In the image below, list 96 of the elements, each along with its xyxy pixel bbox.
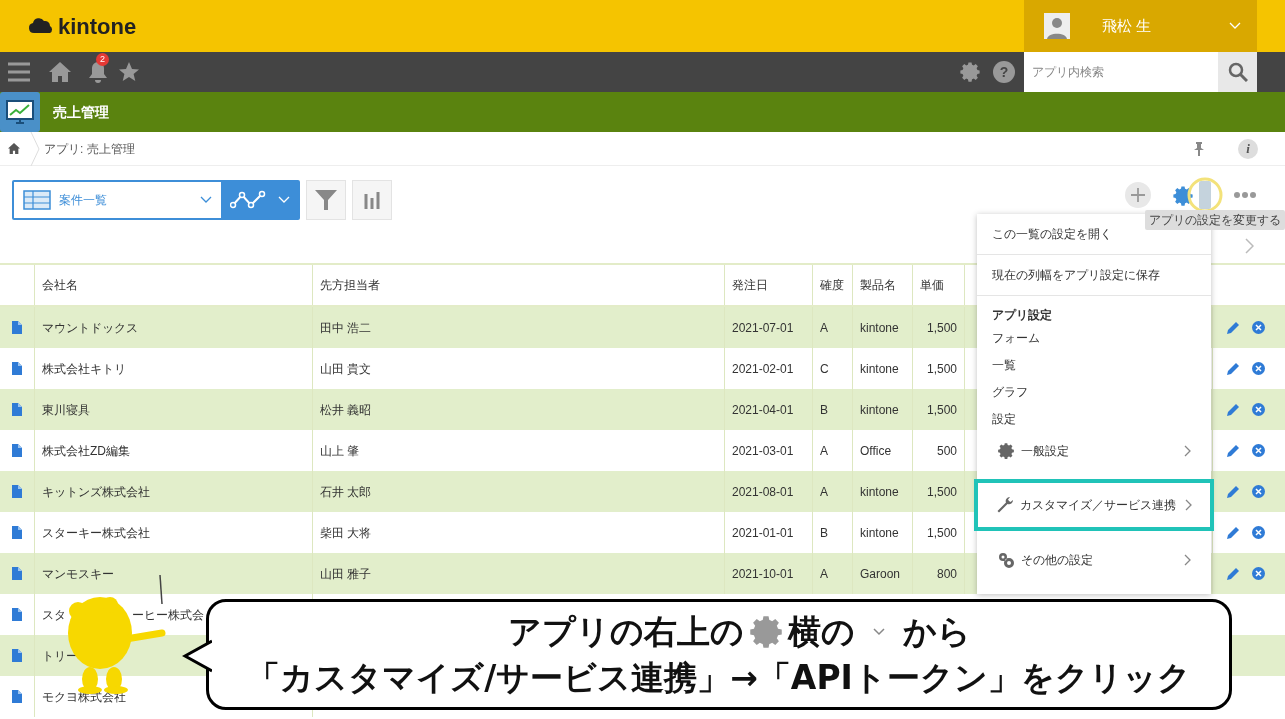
menu-section-heading: アプリ設定 [991, 307, 1053, 324]
caption-text: 横の [787, 610, 855, 653]
document-icon[interactable] [12, 690, 22, 703]
table-cell-text: 東川寝具 [42, 401, 90, 419]
chevron-right-icon [1184, 444, 1191, 457]
document-icon[interactable] [12, 608, 22, 621]
breadcrumb-link[interactable]: アプリ: 売上管理 [44, 139, 135, 158]
menu-item[interactable]: グラフ [977, 378, 1211, 405]
line-graph-icon [229, 190, 266, 210]
menu-item[interactable]: その他の設定 [977, 541, 1211, 578]
home-icon[interactable] [49, 62, 71, 82]
pencil-icon[interactable] [1227, 321, 1240, 334]
delete-icon[interactable] [1252, 567, 1265, 580]
search-icon [1227, 62, 1248, 82]
caption-text: 「カスタマイズ/サービス連携」→「APIトークン」をクリック [247, 656, 1191, 699]
column-header[interactable]: 会社名 [35, 265, 313, 305]
delete-icon[interactable] [1252, 321, 1265, 334]
wrench-icon [996, 496, 1014, 514]
menu-item[interactable]: 現在の列幅をアプリ設定に保存 [977, 255, 1211, 296]
table-cell-text: ーヒー株式会 [132, 606, 204, 624]
table-cell-text: 株式会社ZD編集 [42, 442, 130, 460]
view-selector[interactable]: 案件一覧 [14, 182, 221, 218]
table-icon [23, 190, 51, 210]
table-cell-text: スタ [42, 606, 66, 624]
caption-text: から [902, 610, 971, 653]
column-header[interactable]: 発注日 [725, 265, 813, 305]
document-icon[interactable] [12, 567, 22, 580]
table-cell-text: スターキー株式会社 [42, 524, 150, 542]
chevron-down-icon [277, 196, 290, 204]
pencil-icon[interactable] [1227, 567, 1240, 580]
pencil-icon[interactable] [1227, 526, 1240, 539]
column-header[interactable]: 製品名 [853, 265, 913, 305]
document-icon[interactable] [12, 485, 22, 498]
menu-icon[interactable] [8, 62, 30, 82]
document-icon[interactable] [12, 649, 22, 662]
table-cell-text: キットンズ株式会社 [42, 483, 150, 501]
bar-chart-icon [364, 191, 380, 209]
pencil-icon[interactable] [1227, 403, 1240, 416]
chevron-down-icon [200, 196, 212, 204]
menu-item[interactable]: フォーム [977, 324, 1211, 351]
info-button[interactable]: i [1238, 138, 1258, 159]
avatar-icon [1044, 13, 1070, 39]
delete-icon[interactable] [1252, 362, 1265, 375]
menu-item[interactable]: 一般設定 [977, 432, 1211, 469]
menu-item[interactable]: 設定 [977, 405, 1211, 432]
app-title: 売上管理 [53, 102, 109, 122]
delete-icon[interactable] [1252, 485, 1265, 498]
document-icon[interactable] [12, 526, 22, 539]
home-icon[interactable] [8, 143, 20, 154]
chevron-down-icon [872, 627, 885, 636]
star-icon[interactable] [119, 62, 139, 82]
filter-button[interactable] [306, 180, 346, 220]
logo-text: kintone [58, 12, 137, 41]
document-icon[interactable] [12, 321, 22, 334]
document-icon[interactable] [12, 403, 22, 416]
delete-icon[interactable] [1252, 526, 1265, 539]
search-button[interactable] [1218, 52, 1257, 92]
add-icon[interactable] [1125, 182, 1151, 208]
chevron-down-icon [1229, 22, 1241, 30]
app-monitor-icon [0, 92, 40, 132]
delete-icon[interactable] [1252, 403, 1265, 416]
funnel-icon [315, 189, 337, 211]
caption-text: アプリの右上の [507, 610, 744, 653]
tooltip: アプリの設定を変更する [1145, 210, 1285, 230]
settings-icon [997, 441, 1015, 460]
pencil-icon[interactable] [1227, 444, 1240, 457]
table-cell-text: 株式会社キトリ [42, 360, 126, 378]
pin-icon[interactable] [1194, 141, 1204, 156]
chart-button[interactable] [352, 180, 392, 220]
table-cell-text: マンモスキー [42, 565, 114, 583]
dropdown-toggle[interactable] [1199, 181, 1211, 209]
chevron-right-icon [1185, 499, 1192, 511]
document-icon[interactable] [12, 362, 22, 375]
column-header[interactable]: 先方担当者 [313, 265, 725, 305]
column-header[interactable]: 確度 [813, 265, 853, 305]
table-cell-text: マウントドックス [42, 319, 138, 337]
chevron-right-icon [1184, 553, 1191, 566]
next-page-icon[interactable] [1245, 238, 1254, 254]
search-field[interactable]: アプリ内検索 [1024, 52, 1218, 92]
bell-icon[interactable] [88, 61, 108, 83]
pencil-icon[interactable] [1227, 485, 1240, 498]
cursor-highlight-ring [1187, 177, 1223, 213]
pencil-icon[interactable] [1227, 362, 1240, 375]
cloud-logo-icon [28, 17, 54, 35]
column-header[interactable]: 単価 [913, 265, 965, 305]
notification-badge: 2 [96, 53, 109, 66]
delete-icon[interactable] [1252, 444, 1265, 457]
settings-icon[interactable] [1172, 185, 1194, 207]
settings-icon [747, 613, 784, 650]
more-icon[interactable] [1234, 192, 1256, 198]
settings-icon[interactable] [959, 61, 981, 83]
gears-icon [997, 550, 1015, 569]
document-icon[interactable] [12, 444, 22, 457]
menu-item[interactable]: 一覧 [977, 351, 1211, 378]
menu-item[interactable]: カスタマイズ／サービス連携 [974, 479, 1214, 531]
breadcrumb-separator-icon [30, 131, 40, 166]
